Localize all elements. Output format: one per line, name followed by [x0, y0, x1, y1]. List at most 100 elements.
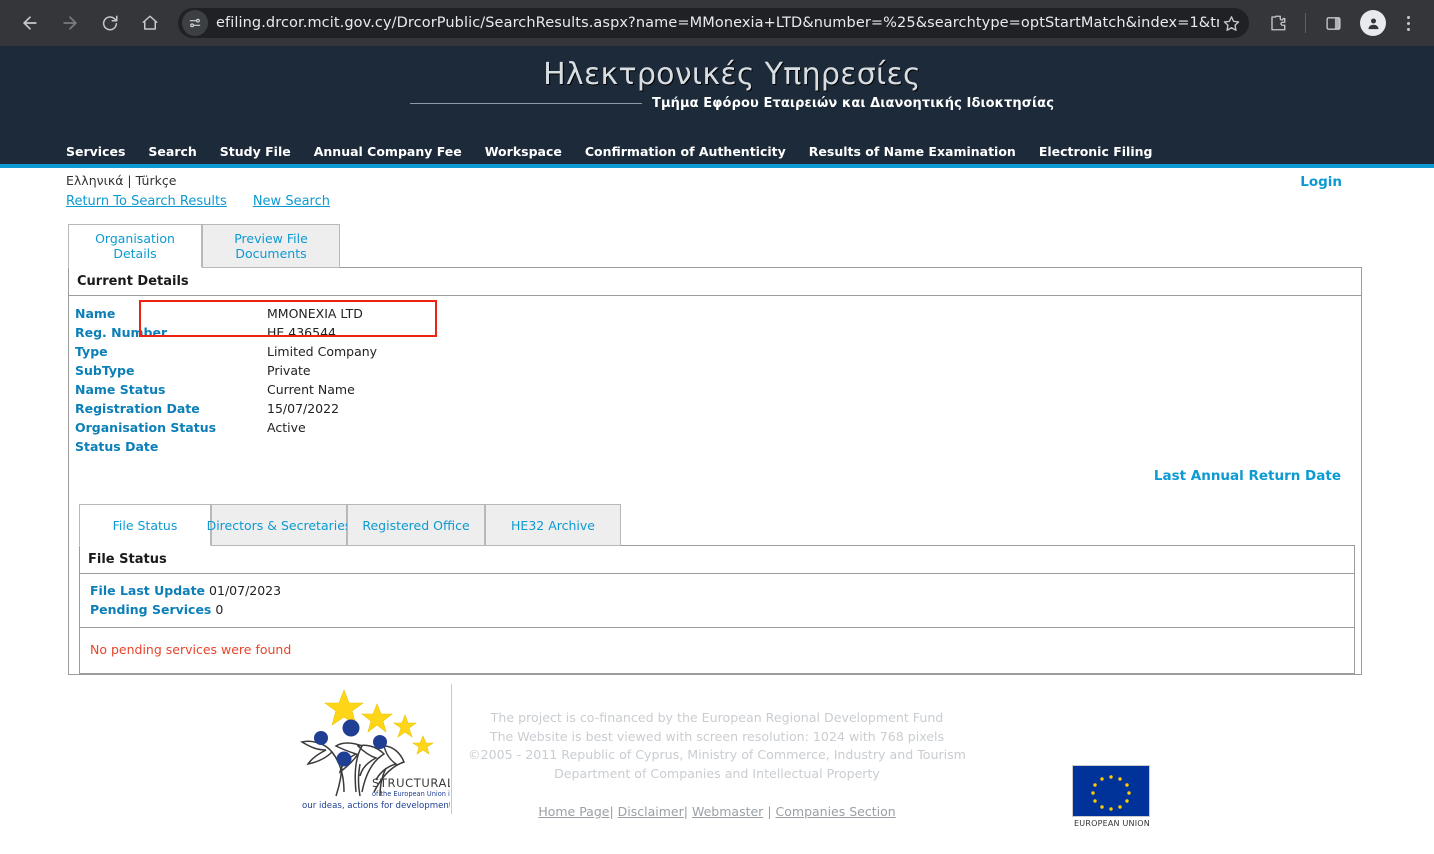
- extensions-puzzle-icon[interactable]: [1262, 7, 1294, 39]
- tab-organisation-details[interactable]: Organisation Details: [68, 224, 202, 268]
- language-switcher: Ελληνικά | Türkçe: [0, 168, 1434, 188]
- tab-preview-line1: Preview File: [234, 231, 308, 246]
- tab-preview-line2: Documents: [235, 246, 307, 261]
- secondary-links: Return To Search Results New Search: [0, 188, 1434, 209]
- eu-flag-label: EUROPEAN UNION: [1074, 819, 1150, 828]
- home-icon[interactable]: [134, 7, 166, 39]
- new-search-link[interactable]: New Search: [253, 194, 330, 209]
- table-row: Status Date: [75, 437, 377, 456]
- language-separator: |: [127, 173, 132, 188]
- pending-services-label: Pending Services: [90, 602, 212, 617]
- brand-subtitle-row: Τμήμα Εφόρου Εταιρειών και Διανοητικής Ι…: [30, 96, 1434, 111]
- row-label-type: Type: [75, 344, 108, 359]
- table-row: Reg. Number HE 436544: [75, 323, 377, 342]
- footer-sep-2: |: [683, 804, 688, 819]
- forward-arrow-icon[interactable]: [54, 7, 86, 39]
- main-navigation: Services Search Study File Annual Compan…: [0, 139, 1434, 164]
- row-label-status-date: Status Date: [75, 439, 159, 454]
- site-header: Ηλεκτρονικές Υπηρεσίες Τμήμα Εφόρου Εται…: [0, 46, 1434, 164]
- organisation-tabbar: Organisation Details Preview File Docume…: [68, 224, 1362, 268]
- current-details-table: Name MMONEXIA LTD Reg. Number HE 436544 …: [75, 304, 377, 456]
- footer-link-home-page[interactable]: Home Page: [538, 804, 609, 819]
- table-row: SubType Private: [75, 361, 377, 380]
- footer-link-disclaimer[interactable]: Disclaimer: [618, 804, 684, 819]
- address-bar[interactable]: efiling.drcor.mcit.gov.cy/DrcorPublic/Se…: [178, 8, 1249, 38]
- footer-inner: STRUCTURAL FUNDS of the European Union i…: [0, 681, 1434, 828]
- row-value-registration-date: 15/07/2022: [267, 401, 340, 416]
- brand-divider: [409, 102, 642, 104]
- table-row: Name Status Current Name: [75, 380, 377, 399]
- file-last-update-label: File Last Update: [90, 583, 206, 598]
- language-greek[interactable]: Ελληνικά: [66, 173, 123, 188]
- row-value-type: Limited Company: [267, 344, 378, 359]
- row-value-status-date: [267, 437, 377, 456]
- svg-text:of the European Union in Cypru: of the European Union in Cyprus: [372, 790, 450, 798]
- brand-subtitle: Τμήμα Εφόρου Εταιρειών και Διανοητικής Ι…: [651, 95, 1054, 111]
- table-row: Registration Date 15/07/2022: [75, 399, 377, 418]
- language-turkish[interactable]: Türkçe: [136, 173, 177, 188]
- nav-item-electronic-filing[interactable]: Electronic Filing: [1039, 144, 1166, 159]
- last-annual-return-date-label: Last Annual Return Date: [1153, 468, 1341, 484]
- star-icon[interactable]: [1219, 11, 1243, 35]
- site-settings-icon[interactable]: [182, 10, 208, 36]
- footer-line-2: The Website is best viewed with screen r…: [489, 728, 945, 744]
- nav-item-study-file[interactable]: Study File: [220, 144, 304, 159]
- three-dot-menu-icon[interactable]: [1396, 11, 1420, 35]
- nav-item-confirmation-of-authenticity[interactable]: Confirmation of Authenticity: [585, 144, 799, 159]
- browser-toolbar: efiling.drcor.mcit.gov.cy/DrcorPublic/Se…: [0, 0, 1434, 46]
- page-title: Ηλεκτρονικές Υπηρεσίες: [543, 57, 921, 92]
- row-value-name-status: Current Name: [267, 382, 355, 397]
- pending-services-value: 0: [215, 602, 224, 617]
- back-arrow-icon[interactable]: [14, 7, 46, 39]
- svg-text:STRUCTURAL FUNDS: STRUCTURAL FUNDS: [372, 776, 450, 790]
- toolbar-divider: [1305, 13, 1306, 33]
- row-label-organisation-status: Organisation Status: [75, 420, 217, 435]
- row-value-subtype: Private: [267, 363, 311, 378]
- tab-he32-archive[interactable]: HE32 Archive: [485, 504, 621, 546]
- browser-tool-icons: [1257, 7, 1424, 39]
- row-label-name-status: Name Status: [75, 382, 166, 397]
- nav-item-annual-company-fee[interactable]: Annual Company Fee: [314, 144, 475, 159]
- pending-services-row: Pending Services 0: [80, 600, 1354, 619]
- table-row: Name MMONEXIA LTD: [75, 304, 377, 323]
- file-status-panel: File Status File Last Update 01/07/2023 P…: [79, 545, 1355, 674]
- file-last-update-value: 01/07/2023: [209, 583, 282, 598]
- page-footer: STRUCTURAL FUNDS of the European Union i…: [0, 675, 1434, 828]
- login-link[interactable]: Login: [1300, 174, 1342, 190]
- file-tabs-container: File Status Directors & Secretaries Regi…: [69, 504, 1361, 674]
- tab-registered-office[interactable]: Registered Office: [347, 504, 485, 546]
- nav-item-workspace[interactable]: Workspace: [485, 144, 575, 159]
- nav-item-services[interactable]: Services: [66, 144, 138, 159]
- row-value-organisation-status: Active: [267, 420, 306, 435]
- row-value-reg-number: HE 436544: [267, 325, 336, 340]
- row-label-reg-number: Reg. Number: [75, 325, 168, 340]
- footer-line-3: ©2005 - 2011 Republic of Cyprus, Ministr…: [468, 747, 966, 762]
- footer-link-companies-section[interactable]: Companies Section: [776, 804, 896, 819]
- details-container: Organisation Details Preview File Docume…: [0, 224, 1434, 675]
- brand-block: Ηλεκτρονικές Υπηρεσίες Τμήμα Εφόρου Εται…: [0, 46, 1434, 111]
- side-panel-icon[interactable]: [1317, 7, 1349, 39]
- return-to-search-results-link[interactable]: Return To Search Results: [66, 194, 227, 209]
- no-pending-services-message: No pending services were found: [90, 642, 292, 657]
- tab-directors-secretaries[interactable]: Directors & Secretaries: [207, 504, 351, 546]
- row-label-registration-date: Registration Date: [75, 401, 200, 416]
- current-details-body: Name MMONEXIA LTD Reg. Number HE 436544 …: [69, 296, 1361, 496]
- tab-preview-file-documents[interactable]: Preview File Documents: [202, 224, 340, 268]
- reload-icon[interactable]: [94, 7, 126, 39]
- file-status-title: File Status: [80, 546, 1354, 574]
- row-label-subtype: SubType: [75, 363, 135, 378]
- table-row: Organisation Status Active: [75, 418, 377, 437]
- tab-file-status[interactable]: File Status: [79, 504, 211, 546]
- footer-links: Home Page| Disclaimer| Webmaster | Compa…: [0, 804, 1434, 819]
- profile-avatar-icon[interactable]: [1360, 10, 1386, 36]
- page-content: Ελληνικά | Türkçe Login Return To Search…: [0, 168, 1434, 854]
- nav-item-search[interactable]: Search: [148, 144, 209, 159]
- footer-line-1: The project is co-financed by the Europe…: [490, 710, 944, 725]
- footer-text-block: The project is co-financed by the Europe…: [468, 681, 966, 783]
- current-details-panel: Current Details Name MMONEXIA LTD Reg. N…: [68, 267, 1362, 675]
- row-value-name: MMONEXIA LTD: [267, 306, 363, 321]
- footer-line-4: Department of Companies and Intellectual…: [554, 765, 880, 781]
- footer-link-webmaster[interactable]: Webmaster: [692, 804, 763, 819]
- file-status-rows: File Last Update 01/07/2023 Pending Servi…: [80, 574, 1354, 628]
- nav-item-results-of-name-examination[interactable]: Results of Name Examination: [809, 144, 1029, 159]
